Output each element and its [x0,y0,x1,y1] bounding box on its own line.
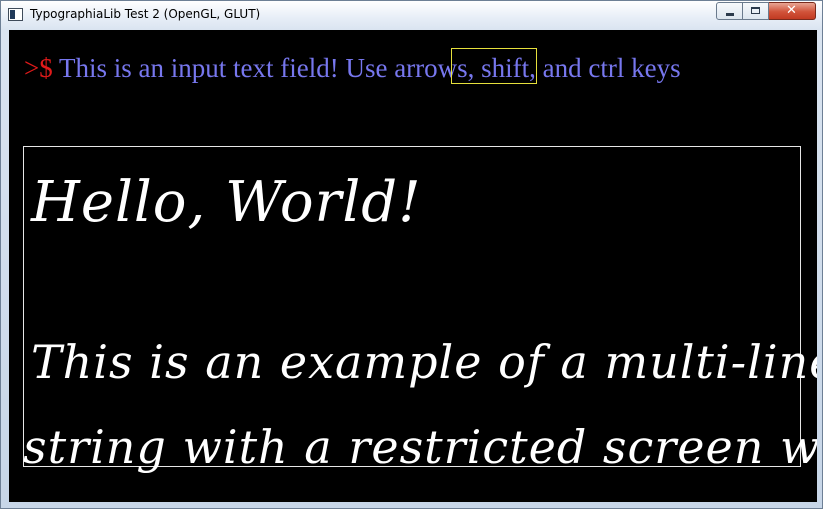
minimize-button[interactable] [716,2,743,20]
opengl-canvas[interactable]: >$ This is an input text field! Use arro… [9,30,817,502]
hello-world-text: Hello, World! [31,170,422,235]
maximize-icon [751,7,760,14]
app-window-icon [8,8,23,21]
window-title: TypographiaLib Test 2 (OpenGL, GLUT) [30,7,261,21]
minimize-icon [726,13,734,16]
close-icon: ✕ [786,3,797,18]
window-controls: ✕ [716,2,816,22]
maximize-button[interactable] [743,2,769,20]
prompt-symbol: >$ [24,53,53,83]
multiline-text-line-1: This is an example of a multi-line [31,335,817,389]
multiline-text-line-2: string with a restricted screen width [23,420,817,474]
app-window: TypographiaLib Test 2 (OpenGL, GLUT) ✕ >… [0,0,823,509]
input-text: This is an input text field! Use arrows,… [52,53,681,83]
input-text-field[interactable]: >$ This is an input text field! Use arro… [24,50,681,86]
title-bar[interactable]: TypographiaLib Test 2 (OpenGL, GLUT) ✕ [1,1,822,29]
selection-cursor [451,48,537,84]
close-button[interactable]: ✕ [769,2,816,20]
